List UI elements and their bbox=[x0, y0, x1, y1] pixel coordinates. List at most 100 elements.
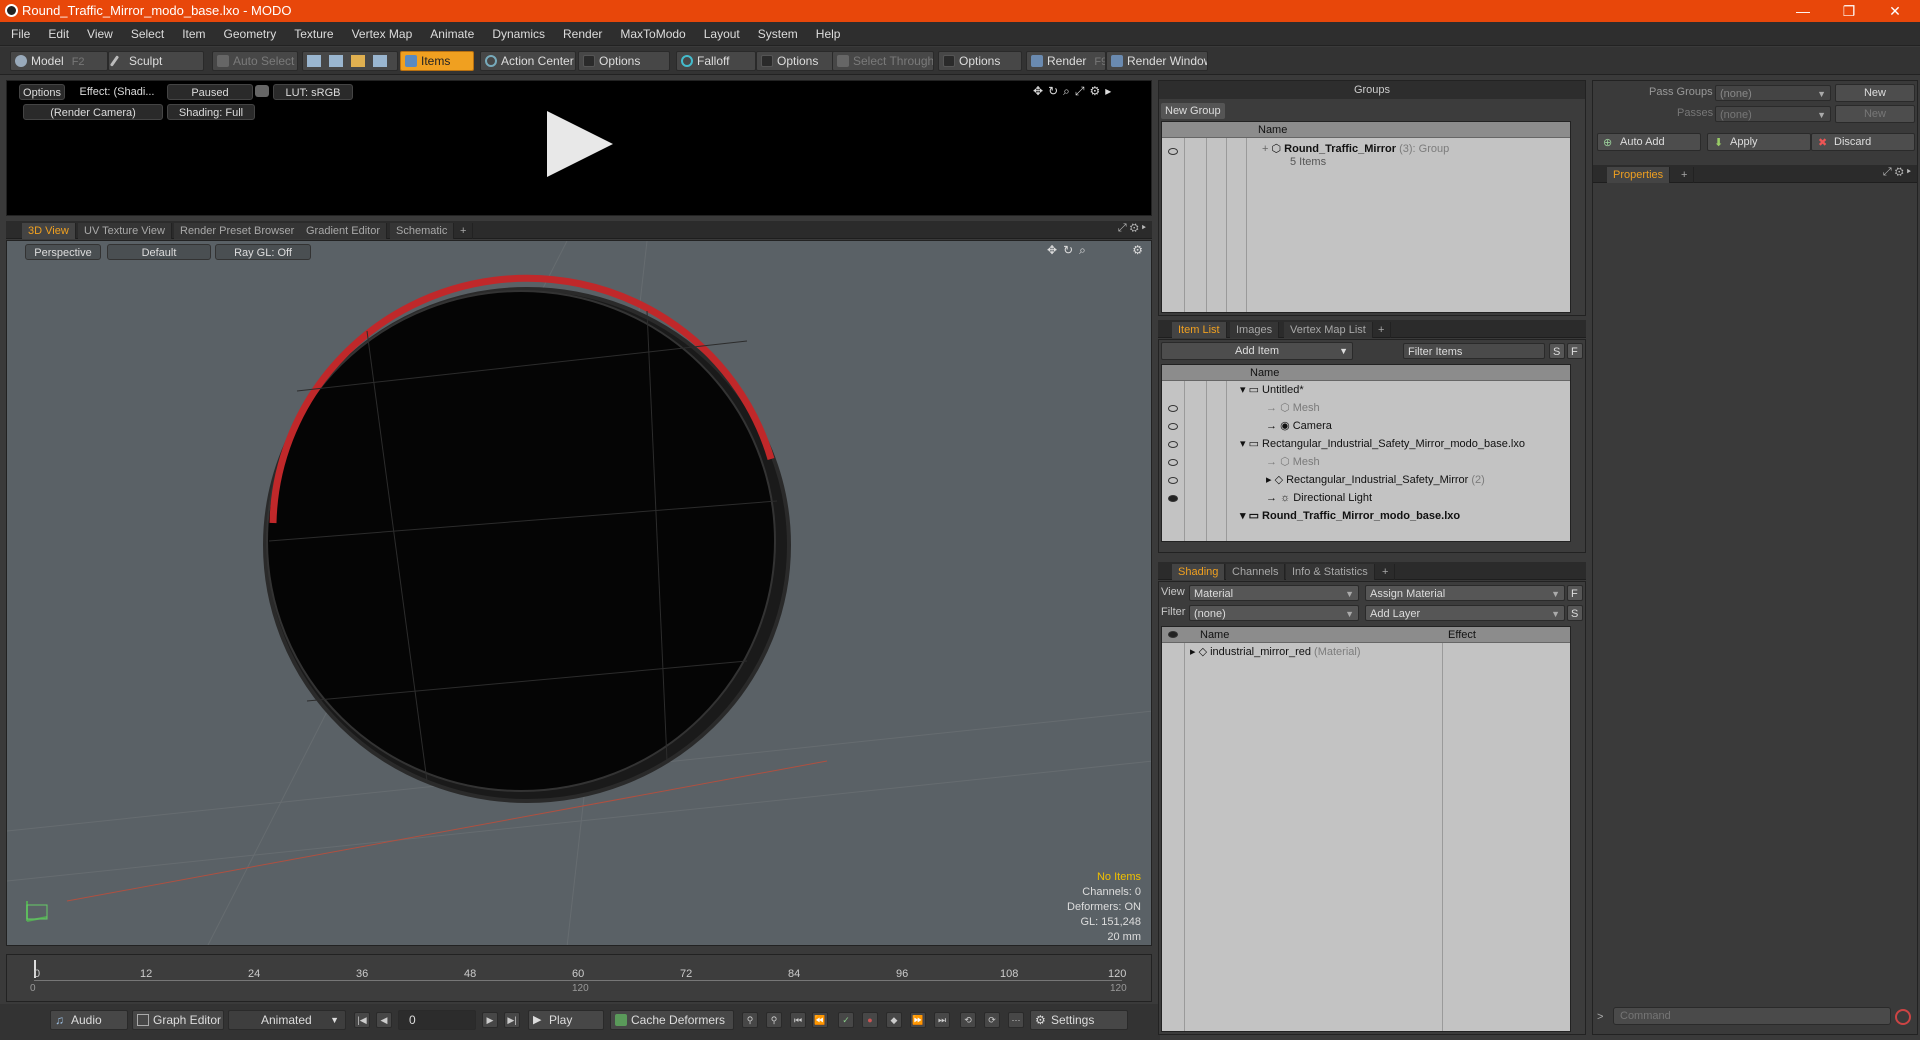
menu-view[interactable]: View bbox=[78, 22, 122, 46]
discard-button[interactable]: ✖ Discard bbox=[1811, 133, 1915, 151]
gear-icon[interactable]: ⚙ bbox=[1089, 84, 1105, 98]
expand-arrow-icon[interactable]: ▸ bbox=[1105, 84, 1116, 98]
preview-options-button[interactable]: Options bbox=[19, 84, 65, 100]
menu-edit[interactable]: Edit bbox=[39, 22, 78, 46]
groups-list[interactable]: Name + ⬡ Round_Traffic_Mirror (3): Group… bbox=[1161, 121, 1571, 313]
menu-geometry[interactable]: Geometry bbox=[215, 22, 286, 46]
rotate-icon[interactable]: ↻ bbox=[1048, 84, 1063, 98]
maximize-icon[interactable]: ⤢ bbox=[1883, 166, 1895, 178]
menu-maxtomodo[interactable]: MaxToModo bbox=[611, 22, 694, 46]
close-button[interactable]: ✕ bbox=[1872, 0, 1918, 22]
s-toggle[interactable]: S bbox=[1567, 605, 1583, 621]
vertices-mode-icon[interactable] bbox=[307, 55, 321, 67]
new-pass-button[interactable]: New bbox=[1835, 105, 1915, 123]
maximize-icon[interactable]: ⤢ bbox=[1118, 222, 1130, 234]
tab-properties[interactable]: Properties bbox=[1607, 167, 1671, 183]
tab-render-preset-browser[interactable]: Render Preset Browser bbox=[174, 223, 302, 239]
tree-row-mesh[interactable]: → ⬡ Mesh bbox=[1266, 453, 1320, 471]
filter-dropdown[interactable]: (none) ▼ bbox=[1189, 605, 1359, 621]
zoom-icon[interactable]: ⌕ bbox=[1063, 84, 1075, 98]
record-icon[interactable]: ● bbox=[862, 1012, 878, 1028]
step-back-icon[interactable]: ◀ bbox=[376, 1012, 392, 1028]
tree-row-scene[interactable]: ▾ ▭ Rectangular_Industrial_Safety_Mirror… bbox=[1240, 435, 1525, 453]
next-key-icon[interactable]: ⏭ bbox=[934, 1012, 950, 1028]
eye-icon[interactable] bbox=[1168, 405, 1178, 412]
menu-animate[interactable]: Animate bbox=[421, 22, 483, 46]
tab-channels[interactable]: Channels bbox=[1226, 564, 1286, 580]
tab-vertex-map-list[interactable]: Vertex Map List bbox=[1284, 322, 1373, 338]
perspective-dropdown[interactable]: Perspective bbox=[25, 244, 101, 260]
paused-toggle[interactable]: Paused bbox=[167, 84, 253, 100]
add-tab-button[interactable]: + bbox=[454, 223, 474, 239]
menu-system[interactable]: System bbox=[749, 22, 807, 46]
3d-viewport[interactable]: Perspective Default Ray GL: Off ✥↻⌕ ⚙ No… bbox=[6, 240, 1152, 946]
new-group-button[interactable]: New Group bbox=[1161, 103, 1225, 119]
auto-add-button[interactable]: ⊕ Auto Add bbox=[1597, 133, 1701, 151]
menu-item[interactable]: Item bbox=[173, 22, 214, 46]
s-toggle[interactable]: S bbox=[1549, 343, 1565, 359]
apply-button[interactable]: ⬇ Apply bbox=[1707, 133, 1811, 151]
menu-dynamics[interactable]: Dynamics bbox=[483, 22, 554, 46]
action-center-options-button[interactable]: Options bbox=[578, 51, 670, 71]
move-icon[interactable]: ✥ bbox=[1047, 243, 1063, 257]
render-camera-dropdown[interactable]: (Render Camera) bbox=[23, 104, 163, 120]
step-forward-icon[interactable]: ▶ bbox=[482, 1012, 498, 1028]
menu-texture[interactable]: Texture bbox=[285, 22, 342, 46]
tab-schematic[interactable]: Schematic bbox=[390, 223, 455, 239]
menu-file[interactable]: File bbox=[2, 22, 39, 46]
tree-row-scene[interactable]: ▾ ▭ Round_Traffic_Mirror_modo_base.lxo bbox=[1240, 507, 1460, 525]
move-icon[interactable]: ✥ bbox=[1033, 84, 1048, 98]
maximize-icon[interactable]: ⤢ bbox=[1075, 84, 1090, 98]
render-button[interactable]: Render F9 bbox=[1026, 51, 1106, 71]
tab-images[interactable]: Images bbox=[1230, 322, 1280, 338]
view-dropdown[interactable]: Material ▼ bbox=[1189, 585, 1359, 601]
add-item-dropdown[interactable]: Add Item ▼ bbox=[1161, 342, 1353, 360]
falloff-button[interactable]: Falloff bbox=[676, 51, 756, 71]
add-tab-button[interactable]: + bbox=[1675, 167, 1695, 183]
timeline-ruler[interactable]: 0 12 24 36 48 60 72 84 96 108 120 bbox=[34, 960, 1150, 982]
tab-info-statistics[interactable]: Info & Statistics bbox=[1286, 564, 1375, 580]
restore-button[interactable]: ❐ bbox=[1826, 0, 1872, 22]
auto-key-icon[interactable]: ✓ bbox=[838, 1012, 854, 1028]
tab-shading[interactable]: Shading bbox=[1172, 564, 1226, 580]
eye-icon[interactable] bbox=[1168, 423, 1178, 430]
menu-help[interactable]: Help bbox=[807, 22, 850, 46]
eye-icon[interactable] bbox=[1168, 631, 1178, 638]
key-icon[interactable]: ⚲ bbox=[742, 1012, 758, 1028]
eye-icon[interactable] bbox=[1168, 148, 1178, 155]
raygl-dropdown[interactable]: Ray GL: Off bbox=[215, 244, 311, 260]
tree-row-group[interactable]: ▸ ◇ Rectangular_Industrial_Safety_Mirror… bbox=[1266, 471, 1485, 489]
command-input[interactable] bbox=[1613, 1007, 1891, 1025]
polygons-mode-icon[interactable] bbox=[351, 55, 365, 67]
animated-dropdown[interactable]: Animated ▼ bbox=[228, 1010, 346, 1030]
eye-icon[interactable] bbox=[1168, 441, 1178, 448]
gear-icon[interactable]: ⚙ bbox=[1132, 243, 1143, 257]
f-toggle[interactable]: F bbox=[1567, 585, 1583, 601]
expand-arrow-icon[interactable]: ▸ bbox=[1142, 222, 1146, 234]
eye-icon[interactable] bbox=[1168, 477, 1178, 484]
prev-key-icon[interactable]: ⏪ bbox=[812, 1012, 828, 1028]
tree-row-light[interactable]: → ☼ Directional Light bbox=[1266, 489, 1372, 507]
item-tree[interactable]: Name ▾ ▭ Untitled* → ⬡ Mesh → ◉ Camera ▾… bbox=[1161, 364, 1571, 542]
add-tab-button[interactable]: + bbox=[1376, 564, 1396, 580]
menu-vertex-map[interactable]: Vertex Map bbox=[343, 22, 422, 46]
pass-groups-dropdown[interactable]: (none) ▼ bbox=[1715, 85, 1831, 101]
materials-mode-icon[interactable] bbox=[373, 55, 387, 67]
go-to-end-icon[interactable]: ▶| bbox=[504, 1012, 520, 1028]
tree-row-scene[interactable]: ▾ ▭ Untitled* bbox=[1240, 381, 1304, 399]
tab-3d-view[interactable]: 3D View bbox=[22, 223, 76, 239]
sculpt-mode-button[interactable]: Sculpt bbox=[108, 51, 204, 71]
tab-item-list[interactable]: Item List bbox=[1172, 322, 1227, 338]
render-window-button[interactable]: Render Window bbox=[1106, 51, 1208, 71]
add-layer-dropdown[interactable]: Add Layer ▼ bbox=[1365, 605, 1565, 621]
model-mode-button[interactable]: Model F2 bbox=[10, 51, 108, 71]
bake-icon[interactable]: ⟲ bbox=[960, 1012, 976, 1028]
menu-render[interactable]: Render bbox=[554, 22, 611, 46]
filter-items-input[interactable]: Filter Items bbox=[1403, 343, 1545, 359]
lock-icon[interactable] bbox=[255, 85, 269, 97]
expand-arrow-icon[interactable]: ▸ bbox=[1907, 166, 1911, 178]
graph-editor-button[interactable]: Graph Editor bbox=[132, 1010, 224, 1030]
keyframe-icon[interactable]: ◆ bbox=[886, 1012, 902, 1028]
render-preview[interactable]: Options Effect: (Shadi... Paused LUT: sR… bbox=[6, 80, 1152, 216]
eye-icon[interactable] bbox=[1168, 495, 1178, 502]
